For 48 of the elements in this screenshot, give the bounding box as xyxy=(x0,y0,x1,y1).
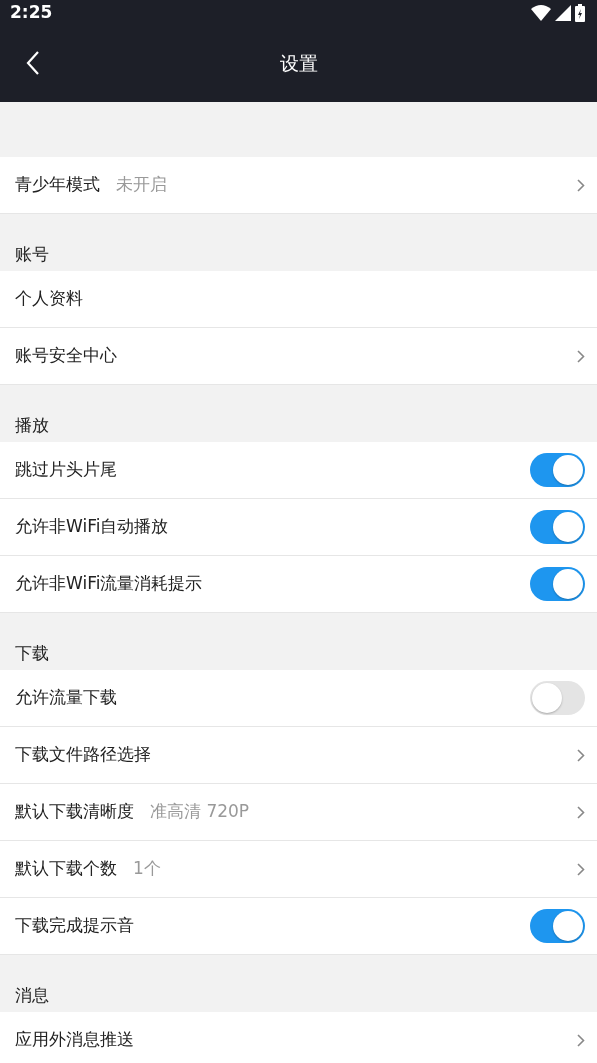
row-label: 账号安全中心 xyxy=(15,344,117,368)
settings-row[interactable]: 账号安全中心 xyxy=(0,328,597,385)
page-title: 设置 xyxy=(279,51,318,77)
row-label: 青少年模式 xyxy=(15,173,100,197)
settings-row[interactable]: 下载文件路径选择 xyxy=(0,727,597,784)
settings-row[interactable]: 下载完成提示音 xyxy=(0,898,597,955)
row-label: 个人资料 xyxy=(15,287,83,311)
toggle-switch[interactable] xyxy=(530,681,585,715)
section-title: 播放 xyxy=(15,413,49,437)
settings-row[interactable]: 青少年模式 未开启 xyxy=(0,157,597,214)
settings-row[interactable]: 默认下载个数 1个 xyxy=(0,841,597,898)
toggle-switch[interactable] xyxy=(530,567,585,601)
chevron-icon xyxy=(577,805,585,819)
settings-row[interactable]: 允许非WiFi流量消耗提示 xyxy=(0,556,597,613)
chevron-icon xyxy=(577,178,585,192)
toggle-switch[interactable] xyxy=(530,909,585,943)
settings-row[interactable]: 应用外消息推送 xyxy=(0,1012,597,1063)
row-value: 准高清 720P xyxy=(150,800,250,824)
row-label: 下载文件路径选择 xyxy=(15,743,151,767)
row-value: 1个 xyxy=(133,857,161,881)
section-title: 下载 xyxy=(15,641,49,665)
chevron-icon xyxy=(577,349,585,363)
settings-row[interactable]: 跳过片头片尾 xyxy=(0,442,597,499)
settings-row[interactable]: 个人资料 xyxy=(0,271,597,328)
settings-row[interactable]: 允许非WiFi自动播放 xyxy=(0,499,597,556)
settings-row[interactable]: 默认下载清晰度 准高清 720P xyxy=(0,784,597,841)
wifi-icon xyxy=(531,4,551,21)
battery-icon xyxy=(575,3,585,22)
status-time: 2:25 xyxy=(10,0,53,24)
row-label: 默认下载清晰度 xyxy=(15,800,134,824)
section-title: 账号 xyxy=(15,242,49,266)
settings-row[interactable]: 允许流量下载 xyxy=(0,670,597,727)
row-label: 应用外消息推送 xyxy=(15,1028,134,1052)
chevron-icon xyxy=(577,1033,585,1047)
chevron-icon xyxy=(577,862,585,876)
row-value: 未开启 xyxy=(116,173,167,197)
row-label: 允许非WiFi自动播放 xyxy=(15,515,169,539)
row-label: 跳过片头片尾 xyxy=(15,458,117,482)
section-title: 消息 xyxy=(15,983,49,1007)
row-label: 允许流量下载 xyxy=(15,686,117,710)
toggle-switch[interactable] xyxy=(530,453,585,487)
row-label: 下载完成提示音 xyxy=(15,914,134,938)
chevron-icon xyxy=(577,748,585,762)
signal-icon xyxy=(555,4,571,21)
row-label: 默认下载个数 xyxy=(15,857,117,881)
toggle-switch[interactable] xyxy=(530,510,585,544)
row-label: 允许非WiFi流量消耗提示 xyxy=(15,572,203,596)
back-icon[interactable] xyxy=(26,51,40,75)
